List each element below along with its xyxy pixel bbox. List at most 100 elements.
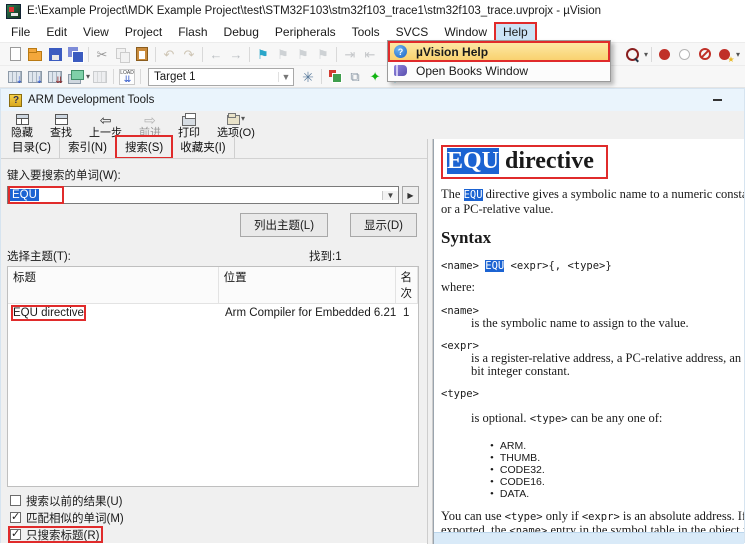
doc-para: The EQU directive gives a symbolic name … (441, 188, 744, 203)
menu-svcs[interactable]: SVCS (388, 23, 437, 41)
open-file-button[interactable] (25, 44, 45, 64)
topic-title-cell[interactable]: EQU directive (13, 307, 84, 319)
save-button[interactable] (45, 44, 65, 64)
menu-window[interactable]: Window (436, 23, 495, 41)
tab-favorites[interactable]: 收藏夹(I) (172, 137, 234, 158)
copy-button[interactable] (112, 44, 132, 64)
save-icon (49, 48, 62, 61)
outdent-button[interactable]: ⇤ (360, 44, 380, 64)
doc-defgap: is optional. <type> can be any one of: (471, 412, 744, 426)
checkbox-icon[interactable] (10, 495, 21, 506)
find-dropdown-caret[interactable]: ▾ (644, 50, 648, 59)
disable-all-breakpoints-button[interactable] (695, 44, 715, 64)
toggle-bookmark-button[interactable]: ⚑ (253, 44, 273, 64)
new-file-button[interactable] (5, 44, 25, 64)
menu-view[interactable]: View (75, 23, 117, 41)
navigate-forward-button[interactable]: → (226, 44, 246, 64)
next-bookmark-button[interactable]: ⚑ (293, 44, 313, 64)
menu-project[interactable]: Project (117, 23, 170, 41)
kill-all-breakpoints-button[interactable] (715, 44, 735, 64)
rebuild-all-button[interactable]: ⇊ (45, 67, 65, 87)
search-dropdown-button[interactable]: ▼ (382, 191, 398, 200)
options-folder-icon (227, 115, 240, 125)
doc-bullet: •CODE32. (490, 464, 744, 476)
tab-index[interactable]: 索引(N) (60, 137, 116, 158)
checkbox-search-previous[interactable]: 搜索以前的结果(U) (9, 493, 125, 508)
cut-button[interactable]: ✂ (92, 44, 112, 64)
green-diamond-icon: ✦ (370, 70, 381, 83)
paste-button[interactable] (132, 44, 152, 64)
combo-expand-button[interactable]: ▶ (402, 186, 419, 204)
enable-breakpoint-button[interactable] (675, 44, 695, 64)
help-toolbar: 隐藏 查找 ⇦ 上一步 ⇨ 前进 打印 ▾ 选项(O) (1, 111, 744, 139)
found-count: 找到:1 (309, 248, 342, 264)
target-options-button[interactable]: ✳ (298, 67, 318, 87)
indent-button[interactable]: ⇥ (340, 44, 360, 64)
translate-file-button[interactable]: ⇣ (5, 67, 25, 87)
toolbar-separator (140, 69, 141, 84)
help-window-title: ARM Development Tools (28, 94, 154, 106)
column-header-rank[interactable]: 名次 (396, 267, 419, 303)
menu-item-open-books-window[interactable]: Open Books Window (389, 61, 609, 80)
download-button[interactable]: LOAD⇊ (117, 67, 137, 87)
menu-edit[interactable]: Edit (38, 23, 75, 41)
save-all-button[interactable] (65, 44, 85, 64)
locate-button[interactable]: 查找 (50, 112, 72, 139)
tab-contents[interactable]: 目录(C) (4, 137, 60, 158)
checkbox-icon[interactable] (10, 529, 21, 540)
table-row[interactable]: EQU directive Arm Compiler for Embedded … (8, 304, 418, 321)
clear-bookmarks-button[interactable]: ⚑ (313, 44, 333, 64)
search-input[interactable]: EQU ▼ (7, 186, 399, 204)
build-button[interactable]: ⇣ (25, 67, 45, 87)
toolbar-separator (651, 47, 652, 62)
doc-term: <type> (441, 388, 744, 400)
forward-arrow-icon: → (230, 48, 243, 61)
menu-item-uvision-help[interactable]: ? µVision Help (389, 42, 609, 61)
project-items-button[interactable]: ⧉ (345, 67, 365, 87)
column-header-location[interactable]: 位置 (219, 267, 396, 303)
batch-build-button[interactable] (65, 67, 85, 87)
bookmark-next-icon: ⚑ (297, 48, 309, 61)
manage-components-button[interactable] (325, 67, 345, 87)
help-window-titlebar: ARM Development Tools (1, 89, 744, 111)
options-button[interactable]: ▾ 选项(O) (217, 112, 255, 139)
hide-button[interactable]: 隐藏 (11, 112, 33, 139)
tab-search[interactable]: 搜索(S) (116, 136, 172, 158)
chevron-down-icon[interactable]: ▼ (278, 72, 293, 82)
menu-flash[interactable]: Flash (170, 23, 215, 41)
find-in-files-button[interactable] (623, 44, 643, 64)
magnifier-icon (626, 48, 639, 61)
list-topics-button[interactable]: 列出主题(L) (240, 213, 328, 237)
breakpoint-dropdown-caret[interactable]: ▾ (736, 50, 740, 59)
prev-bookmark-button[interactable]: ⚑ (273, 44, 293, 64)
search-label: 键入要搜索的单词(W): (7, 167, 419, 183)
menu-peripherals[interactable]: Peripherals (267, 23, 344, 41)
target-select[interactable]: Target 1 ▼ (148, 68, 294, 86)
menu-tools[interactable]: Tools (344, 23, 388, 41)
checkbox-titles-only[interactable]: 只搜索标题(R) (9, 527, 102, 542)
new-file-icon (10, 47, 21, 61)
toolbar-separator (249, 47, 250, 62)
search-options: 搜索以前的结果(U) 匹配相似的单词(M) 只搜索标题(R) (7, 487, 419, 544)
doc-bullet: •ARM. (490, 440, 744, 452)
toggle-breakpoint-button[interactable] (655, 44, 675, 64)
display-button[interactable]: 显示(D) (350, 213, 417, 237)
runtime-environment-button[interactable]: ✦ (365, 67, 385, 87)
menu-debug[interactable]: Debug (216, 23, 267, 41)
uvision-app-icon (6, 4, 21, 19)
help-menu-popup: ? µVision Help Open Books Window (387, 40, 611, 82)
checkbox-icon[interactable] (10, 512, 21, 523)
undo-button[interactable]: ↶ (159, 44, 179, 64)
navigate-back-button[interactable]: ← (206, 44, 226, 64)
column-header-title[interactable]: 标题 (8, 267, 219, 303)
print-button[interactable]: 打印 (178, 112, 200, 139)
minimize-button[interactable] (710, 93, 724, 107)
stop-build-button[interactable] (90, 67, 110, 87)
checkbox-match-similar[interactable]: 匹配相似的单词(M) (9, 510, 127, 525)
redo-button[interactable]: ↷ (179, 44, 199, 64)
menu-help[interactable]: Help (495, 23, 536, 41)
menu-file[interactable]: File (3, 23, 38, 41)
topic-content-pane: EQU directiveThe EQU directive gives a s… (433, 139, 744, 544)
doc-gap14 (441, 426, 744, 440)
save-all-icon (68, 47, 82, 61)
